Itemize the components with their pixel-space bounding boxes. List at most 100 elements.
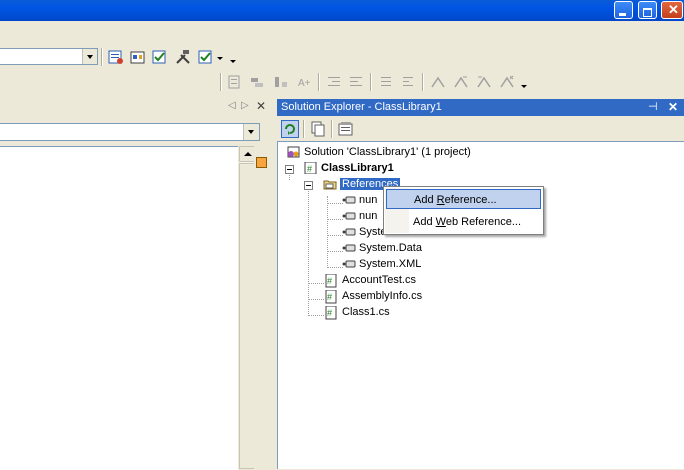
show-all-files-icon[interactable] bbox=[310, 121, 326, 137]
indent-icon[interactable] bbox=[326, 74, 342, 90]
outdent-icon[interactable] bbox=[348, 74, 364, 90]
bookmark-clear-icon[interactable] bbox=[499, 74, 515, 90]
close-icon[interactable]: ✕ bbox=[256, 99, 266, 113]
tree-item-label: nun bbox=[359, 194, 378, 206]
tree-item-project[interactable]: # ClassLibrary1 bbox=[304, 160, 394, 176]
csharp-project-icon: # bbox=[304, 161, 318, 175]
refresh-icon[interactable] bbox=[281, 120, 299, 138]
code-editor[interactable] bbox=[0, 146, 238, 470]
menu-item-add-web-reference[interactable]: Add Web Reference... bbox=[386, 212, 541, 232]
tree-line bbox=[327, 267, 343, 269]
tree-item-reference[interactable]: nun bbox=[342, 192, 377, 208]
tree-line bbox=[327, 196, 329, 268]
toolbar-separator bbox=[318, 73, 319, 91]
toolbar-overflow-icon[interactable] bbox=[229, 52, 237, 68]
menu-item-label: Add bbox=[413, 216, 436, 228]
tree-item-label: nun bbox=[359, 210, 378, 222]
tree-line bbox=[308, 315, 324, 317]
tree-item-reference[interactable]: nun bbox=[342, 208, 377, 224]
toolbar-separator bbox=[370, 73, 371, 91]
command-window-icon[interactable] bbox=[198, 49, 214, 65]
tree-line bbox=[327, 219, 343, 221]
toolbar-separator bbox=[220, 73, 221, 91]
assembly-icon bbox=[342, 194, 356, 206]
collapse-toggle[interactable] bbox=[304, 181, 313, 190]
tree-line bbox=[308, 188, 310, 316]
svg-text:#: # bbox=[327, 308, 332, 318]
uncomment-icon[interactable] bbox=[400, 74, 416, 90]
tree-item-reference[interactable]: System.Data bbox=[342, 240, 422, 256]
chevron-right-icon[interactable]: ▷ bbox=[241, 100, 249, 111]
properties-icon[interactable] bbox=[108, 49, 124, 65]
solution-config-combo[interactable] bbox=[0, 48, 98, 65]
menu-item-label: Add bbox=[414, 194, 437, 206]
assembly-icon bbox=[342, 242, 356, 254]
menu-item-add-reference[interactable]: Add Reference... bbox=[386, 189, 541, 209]
tree-item-file[interactable]: # Class1.cs bbox=[325, 304, 390, 320]
size-icon[interactable] bbox=[249, 74, 265, 90]
assembly-icon bbox=[342, 258, 356, 270]
assembly-icon bbox=[342, 210, 356, 222]
tree-item-solution[interactable]: Solution 'ClassLibrary1' (1 project) bbox=[287, 144, 471, 160]
pin-icon[interactable]: ⊣ bbox=[648, 99, 658, 116]
bookmark-prev-icon[interactable] bbox=[476, 74, 492, 90]
scroll-up-button[interactable] bbox=[239, 146, 255, 162]
close-icon: ✕ bbox=[668, 2, 679, 17]
chevron-down-icon[interactable] bbox=[243, 124, 259, 140]
tools-icon[interactable] bbox=[175, 49, 191, 65]
spacing-icon[interactable] bbox=[273, 74, 289, 90]
tree-line bbox=[327, 251, 343, 253]
tree-line bbox=[308, 299, 324, 301]
comment-icon[interactable] bbox=[378, 74, 394, 90]
tree-item-label: ClassLibrary1 bbox=[321, 162, 394, 174]
vertical-scrollbar[interactable] bbox=[238, 146, 255, 469]
panel-title: Solution Explorer - ClassLibrary1 bbox=[281, 101, 442, 113]
assembly-icon bbox=[342, 226, 356, 238]
scroll-thumb[interactable] bbox=[239, 163, 255, 469]
toolbox-icon[interactable] bbox=[152, 49, 168, 65]
minimize-button[interactable] bbox=[614, 1, 633, 19]
svg-text:#: # bbox=[327, 276, 332, 286]
align-icon[interactable] bbox=[227, 74, 243, 90]
close-icon[interactable]: ✕ bbox=[668, 99, 678, 116]
bookmark-icon[interactable] bbox=[430, 74, 446, 90]
menu-item-accelerator: R bbox=[436, 194, 445, 206]
tree-item-label: System.Data bbox=[359, 242, 422, 254]
tree-line bbox=[327, 235, 343, 237]
tree-item-reference[interactable]: System.XML bbox=[342, 256, 421, 272]
object-browser-icon[interactable] bbox=[130, 49, 146, 65]
toolbar-separator bbox=[331, 120, 332, 138]
menu-item-label: eference... bbox=[444, 194, 497, 206]
bookmark-next-icon[interactable] bbox=[453, 74, 469, 90]
solution-explorer-title-bar: Solution Explorer - ClassLibrary1 ⊣ ✕ bbox=[277, 99, 684, 116]
tree-item-label: System.XML bbox=[359, 258, 422, 270]
tree-item-file[interactable]: # AssemblyInfo.cs bbox=[325, 288, 422, 304]
chevron-left-icon[interactable]: ◁ bbox=[228, 100, 236, 111]
menu-item-accelerator: W bbox=[435, 216, 446, 228]
solution-explorer-toolbar bbox=[277, 117, 684, 141]
tree-item-file[interactable]: # AccountTest.cs bbox=[325, 272, 416, 288]
svg-text:#: # bbox=[307, 164, 312, 174]
chevron-down-icon[interactable] bbox=[520, 77, 528, 93]
csharp-file-icon: # bbox=[325, 273, 339, 288]
restore-icon bbox=[643, 8, 652, 17]
toolbar-separator bbox=[101, 48, 102, 66]
svg-text:A+: A+ bbox=[298, 78, 311, 89]
member-combo[interactable] bbox=[0, 123, 260, 141]
tree-line bbox=[308, 283, 324, 285]
solution-icon bbox=[287, 146, 301, 158]
chevron-down-icon[interactable] bbox=[216, 49, 224, 65]
text-size-icon[interactable]: A+ bbox=[297, 74, 313, 90]
toolbar-separator bbox=[303, 120, 304, 138]
chevron-down-icon[interactable] bbox=[82, 49, 97, 64]
csharp-file-icon: # bbox=[325, 289, 339, 304]
maximize-button[interactable] bbox=[638, 1, 657, 19]
properties-icon[interactable] bbox=[338, 121, 354, 137]
menu-item-label: eb Reference... bbox=[445, 216, 522, 228]
left-pane-header: ◁ ▷ ✕ bbox=[0, 98, 271, 116]
window-title-bar: ✕ bbox=[0, 0, 684, 21]
close-button[interactable]: ✕ bbox=[661, 1, 683, 19]
collapse-toggle[interactable] bbox=[285, 165, 294, 174]
tree-item-label: Class1.cs bbox=[342, 306, 390, 318]
references-folder-icon bbox=[323, 178, 337, 190]
